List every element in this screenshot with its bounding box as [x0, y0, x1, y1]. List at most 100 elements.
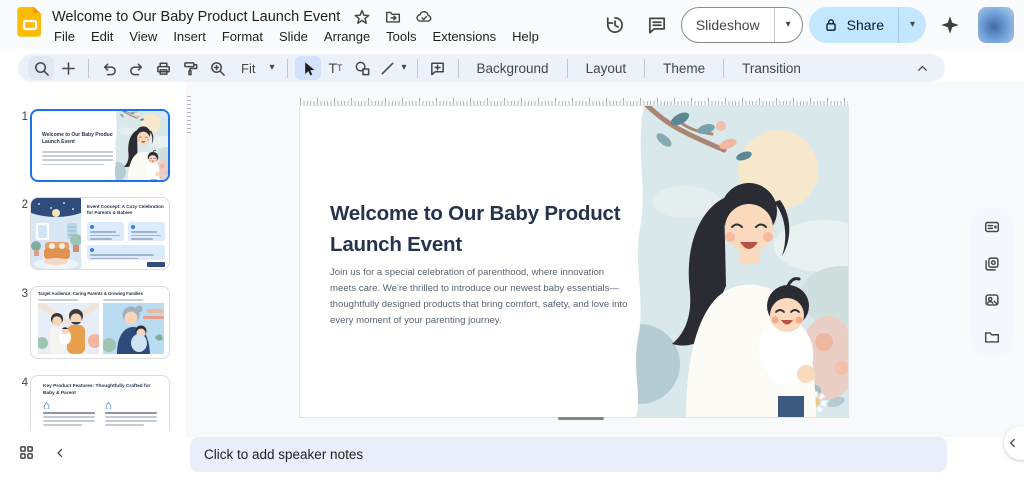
avatar[interactable]: [978, 7, 1014, 43]
menu-insert[interactable]: Insert: [165, 27, 214, 46]
menu-help[interactable]: Help: [504, 27, 547, 46]
menu-extensions[interactable]: Extensions: [425, 27, 505, 46]
select-tool-button[interactable]: [295, 56, 321, 80]
thumb4-feature-icon: [105, 402, 112, 409]
chevron-down-icon: ▾: [786, 20, 791, 30]
layout-button[interactable]: Layout: [575, 56, 638, 80]
thumb4-text-lines: [105, 412, 157, 426]
menu-arrange[interactable]: Arrange: [316, 27, 378, 46]
divider: [417, 59, 418, 78]
thumbnail-slide-1[interactable]: Welcome to Our Baby Product Launch Event: [30, 109, 170, 182]
filmstrip: 1 Welcome to Our Baby Product Launch Eve…: [0, 86, 186, 440]
show-side-panel-button[interactable]: [1004, 426, 1024, 460]
grid-view-button[interactable]: [18, 444, 35, 466]
slideshow-dropdown-button[interactable]: ▾: [774, 8, 802, 42]
speaker-notes-placeholder: Click to add speaker notes: [204, 447, 363, 462]
menu-slide[interactable]: Slide: [271, 27, 316, 46]
slideshow-button[interactable]: Slideshow: [682, 8, 774, 42]
image-panel-icon[interactable]: [977, 285, 1007, 315]
share-split-button: Share ▾: [809, 7, 926, 43]
insert-comment-button[interactable]: [425, 56, 451, 80]
thumb-number: 1: [14, 111, 28, 123]
side-panel: [970, 206, 1014, 358]
slide-illustration-mother-baby[interactable]: [628, 106, 848, 417]
horizontal-scrollbar[interactable]: [558, 417, 604, 420]
thumb3-grandmother-illustration: [103, 303, 164, 354]
lock-icon: [823, 17, 839, 33]
thumb2-illustration: [31, 198, 81, 270]
thumb3-title: Target Audience: Caring Parents & Growin…: [38, 291, 164, 297]
card-panel-icon[interactable]: [977, 212, 1007, 242]
divider: [723, 59, 724, 78]
horizontal-ruler-ticks: [300, 101, 848, 105]
app-header: Welcome to Our Baby Product Launch Event…: [0, 0, 1024, 50]
menu-edit[interactable]: Edit: [83, 27, 121, 46]
search-menus-button[interactable]: [28, 56, 54, 80]
version-history-button[interactable]: [597, 7, 633, 43]
thumb2-card: [87, 245, 165, 260]
thumb3-family-illustration: [38, 303, 99, 354]
thumb-number: 4: [14, 377, 28, 389]
menu-view[interactable]: View: [121, 27, 165, 46]
thumbnail-slide-3[interactable]: Target Audience: Caring Parents & Growin…: [30, 286, 170, 359]
menu-tools[interactable]: Tools: [378, 27, 424, 46]
current-slide[interactable]: Welcome to Our Baby Product Launch Event…: [300, 106, 848, 417]
chevron-down-icon: ▾: [401, 63, 406, 73]
paint-format-button[interactable]: [177, 56, 203, 80]
thumb-number: 3: [14, 288, 28, 300]
zoom-fit-select[interactable]: Fit ▾: [231, 56, 280, 80]
slide-title[interactable]: Welcome to Our Baby Product Launch Event: [330, 198, 662, 260]
gemini-sparkle-icon[interactable]: [932, 7, 968, 43]
thumb4-feature-icon: [43, 402, 50, 409]
speaker-notes-box[interactable]: Click to add speaker notes: [190, 437, 947, 472]
divider: [458, 59, 459, 78]
undo-button[interactable]: [96, 56, 122, 80]
thumb2-card: [128, 222, 165, 241]
divider: [88, 59, 89, 78]
copies-panel-icon[interactable]: [977, 249, 1007, 279]
print-button[interactable]: [150, 56, 176, 80]
divider: [644, 59, 645, 78]
toolbar: Fit ▾ TT ▾ Background Layout Theme Trans…: [18, 54, 945, 82]
divider: [287, 59, 288, 78]
share-button[interactable]: Share: [809, 7, 898, 43]
zoom-button[interactable]: [204, 56, 230, 80]
slide-body[interactable]: Join us for a special celebration of par…: [330, 265, 630, 329]
doc-title[interactable]: Welcome to Our Baby Product Launch Event: [52, 9, 340, 25]
cloud-status-icon[interactable]: [415, 8, 433, 26]
transition-button[interactable]: Transition: [731, 56, 812, 80]
background-button[interactable]: Background: [466, 56, 560, 80]
chevron-down-icon: ▾: [269, 63, 274, 73]
slides-logo[interactable]: [17, 7, 43, 42]
menu-file[interactable]: File: [46, 27, 83, 46]
share-dropdown-button[interactable]: ▾: [898, 7, 926, 43]
slideshow-split-button: Slideshow ▾: [681, 7, 803, 43]
chevron-down-icon: ▾: [910, 20, 915, 30]
vertical-ruler: [187, 96, 191, 134]
google-slides-app: Welcome to Our Baby Product Launch Event…: [0, 0, 1024, 485]
thumb2-title: Event Concept: A Cozy Celebration for Pa…: [87, 204, 165, 216]
hide-menus-button[interactable]: [909, 56, 935, 80]
redo-button[interactable]: [123, 56, 149, 80]
thumb4-text-lines: [43, 412, 95, 426]
new-slide-button[interactable]: [55, 56, 81, 80]
thumb2-card: [87, 222, 124, 241]
thumbnail-slide-2[interactable]: Event Concept: A Cozy Celebration for Pa…: [30, 197, 170, 270]
line-tool-button[interactable]: ▾: [376, 56, 409, 80]
text-box-tool-button[interactable]: TT: [322, 56, 348, 80]
thumb2-button: [147, 262, 165, 267]
thumb-number: 2: [14, 199, 28, 211]
thumb1-illustration: [113, 111, 168, 181]
folder-panel-icon[interactable]: [977, 322, 1007, 352]
move-folder-icon[interactable]: [384, 8, 402, 26]
collapse-filmstrip-button[interactable]: [53, 446, 67, 465]
divider: [567, 59, 568, 78]
shape-tool-button[interactable]: [349, 56, 375, 80]
thumbnail-slide-4[interactable]: Key Product Features: Thoughtfully Craft…: [30, 375, 170, 430]
theme-button[interactable]: Theme: [652, 56, 716, 80]
star-icon[interactable]: [353, 8, 371, 26]
menu-format[interactable]: Format: [214, 27, 271, 46]
comments-button[interactable]: [639, 7, 675, 43]
thumb4-title: Key Product Features: Thoughtfully Craft…: [43, 384, 161, 397]
menu-bar: File Edit View Insert Format Slide Arran…: [46, 27, 547, 46]
